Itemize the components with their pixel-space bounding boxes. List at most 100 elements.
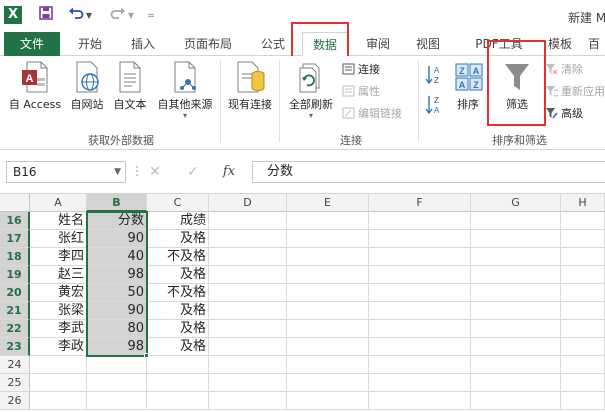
row-header-22[interactable]: 22 (0, 320, 30, 338)
cell-b19[interactable]: 98 (87, 266, 147, 284)
cell-g22[interactable] (471, 320, 561, 338)
cell-d22[interactable] (209, 320, 287, 338)
sort-ascending-button[interactable]: AZ (424, 64, 446, 89)
cell-e23[interactable] (287, 338, 369, 356)
cell-c25[interactable] (147, 374, 209, 392)
cell-c26[interactable] (147, 392, 209, 410)
cell-f17[interactable] (369, 230, 471, 248)
column-header-a[interactable]: A (30, 194, 87, 212)
cell-c17[interactable]: 及格 (147, 230, 209, 248)
cell-h17[interactable] (561, 230, 605, 248)
cell-d23[interactable] (209, 338, 287, 356)
cell-e18[interactable] (287, 248, 369, 266)
cell-e24[interactable] (287, 356, 369, 374)
cell-c18[interactable]: 不及格 (147, 248, 209, 266)
cell-h24[interactable] (561, 356, 605, 374)
tab-page-layout[interactable]: 页面布局 (172, 32, 244, 56)
row-header-23[interactable]: 23 (0, 338, 30, 356)
cell-d26[interactable] (209, 392, 287, 410)
redo-dropdown-icon[interactable]: ▼ (126, 6, 136, 26)
cell-a19[interactable]: 赵三 (30, 266, 87, 284)
cell-a22[interactable]: 李武 (30, 320, 87, 338)
cell-b21[interactable]: 90 (87, 302, 147, 320)
cell-e21[interactable] (287, 302, 369, 320)
cell-g21[interactable] (471, 302, 561, 320)
cell-c24[interactable] (147, 356, 209, 374)
tab-insert[interactable]: 插入 (120, 32, 166, 56)
cell-d21[interactable] (209, 302, 287, 320)
cell-g17[interactable] (471, 230, 561, 248)
tab-pdf-tools[interactable]: PDF工具 (466, 32, 532, 56)
cell-e20[interactable] (287, 284, 369, 302)
sort-descending-button[interactable]: ZA (424, 94, 446, 119)
row-header-20[interactable]: 20 (0, 284, 30, 302)
cell-h26[interactable] (561, 392, 605, 410)
fill-handle[interactable] (144, 353, 149, 358)
cell-a21[interactable]: 张梁 (30, 302, 87, 320)
name-box[interactable]: B16 ▼ (6, 161, 126, 183)
name-box-dropdown-icon[interactable]: ▼ (114, 162, 121, 182)
cell-g26[interactable] (471, 392, 561, 410)
row-header-16[interactable]: 16 (0, 212, 30, 230)
tab-view[interactable]: 视图 (406, 32, 450, 56)
advanced-filter-button[interactable]: 高级 (545, 106, 583, 122)
cell-b20[interactable]: 50 (87, 284, 147, 302)
redo-icon[interactable] (108, 6, 128, 26)
cell-h25[interactable] (561, 374, 605, 392)
column-header-c[interactable]: C (147, 194, 209, 212)
cell-a24[interactable] (30, 356, 87, 374)
row-header-17[interactable]: 17 (0, 230, 30, 248)
column-header-b[interactable]: B (87, 194, 147, 212)
cell-c22[interactable]: 及格 (147, 320, 209, 338)
cell-d17[interactable] (209, 230, 287, 248)
cell-h21[interactable] (561, 302, 605, 320)
save-icon[interactable] (36, 6, 56, 26)
clear-filter-button[interactable]: 清除 (545, 62, 583, 78)
cell-h18[interactable] (561, 248, 605, 266)
cancel-formula-button[interactable]: ✕ (142, 161, 168, 183)
cell-b23[interactable]: 98 (87, 338, 147, 356)
cell-d24[interactable] (209, 356, 287, 374)
enter-formula-button[interactable]: ✓ (180, 161, 206, 183)
cell-b25[interactable] (87, 374, 147, 392)
formula-input[interactable]: 分数 (252, 161, 605, 183)
cell-h16[interactable] (561, 212, 605, 230)
cell-d18[interactable] (209, 248, 287, 266)
cell-f26[interactable] (369, 392, 471, 410)
select-all-button[interactable] (0, 194, 30, 212)
cell-c23[interactable]: 及格 (147, 338, 209, 356)
cell-h20[interactable] (561, 284, 605, 302)
cell-d19[interactable] (209, 266, 287, 284)
customize-qat-icon[interactable]: = (146, 6, 156, 26)
tab-review[interactable]: 审阅 (356, 32, 400, 56)
row-header-21[interactable]: 21 (0, 302, 30, 320)
cell-c19[interactable]: 及格 (147, 266, 209, 284)
cell-f19[interactable] (369, 266, 471, 284)
tab-templates[interactable]: 模板 (542, 32, 578, 56)
cell-f20[interactable] (369, 284, 471, 302)
cell-d16[interactable] (209, 212, 287, 230)
cell-c20[interactable]: 不及格 (147, 284, 209, 302)
cell-e19[interactable] (287, 266, 369, 284)
cell-g16[interactable] (471, 212, 561, 230)
from-other-sources-button[interactable]: 自其他来源 ▾ (152, 60, 218, 120)
cell-e16[interactable] (287, 212, 369, 230)
sort-button[interactable]: ZAAZ 排序 (450, 60, 486, 112)
cell-a20[interactable]: 黄宏 (30, 284, 87, 302)
cell-d25[interactable] (209, 374, 287, 392)
row-header-25[interactable]: 25 (0, 374, 30, 392)
cell-d20[interactable] (209, 284, 287, 302)
cell-f16[interactable] (369, 212, 471, 230)
cell-h22[interactable] (561, 320, 605, 338)
cell-h23[interactable] (561, 338, 605, 356)
tab-formulas[interactable]: 公式 (250, 32, 296, 56)
column-header-f[interactable]: F (369, 194, 471, 212)
from-text-button[interactable]: 自文本 (110, 60, 150, 112)
tab-file[interactable]: 文件 (4, 32, 60, 56)
row-header-26[interactable]: 26 (0, 392, 30, 410)
cell-e25[interactable] (287, 374, 369, 392)
cell-g24[interactable] (471, 356, 561, 374)
tab-data[interactable]: 数据 (302, 32, 348, 57)
formula-bar-resize-handle[interactable]: ⋮ (131, 164, 143, 178)
row-header-24[interactable]: 24 (0, 356, 30, 374)
